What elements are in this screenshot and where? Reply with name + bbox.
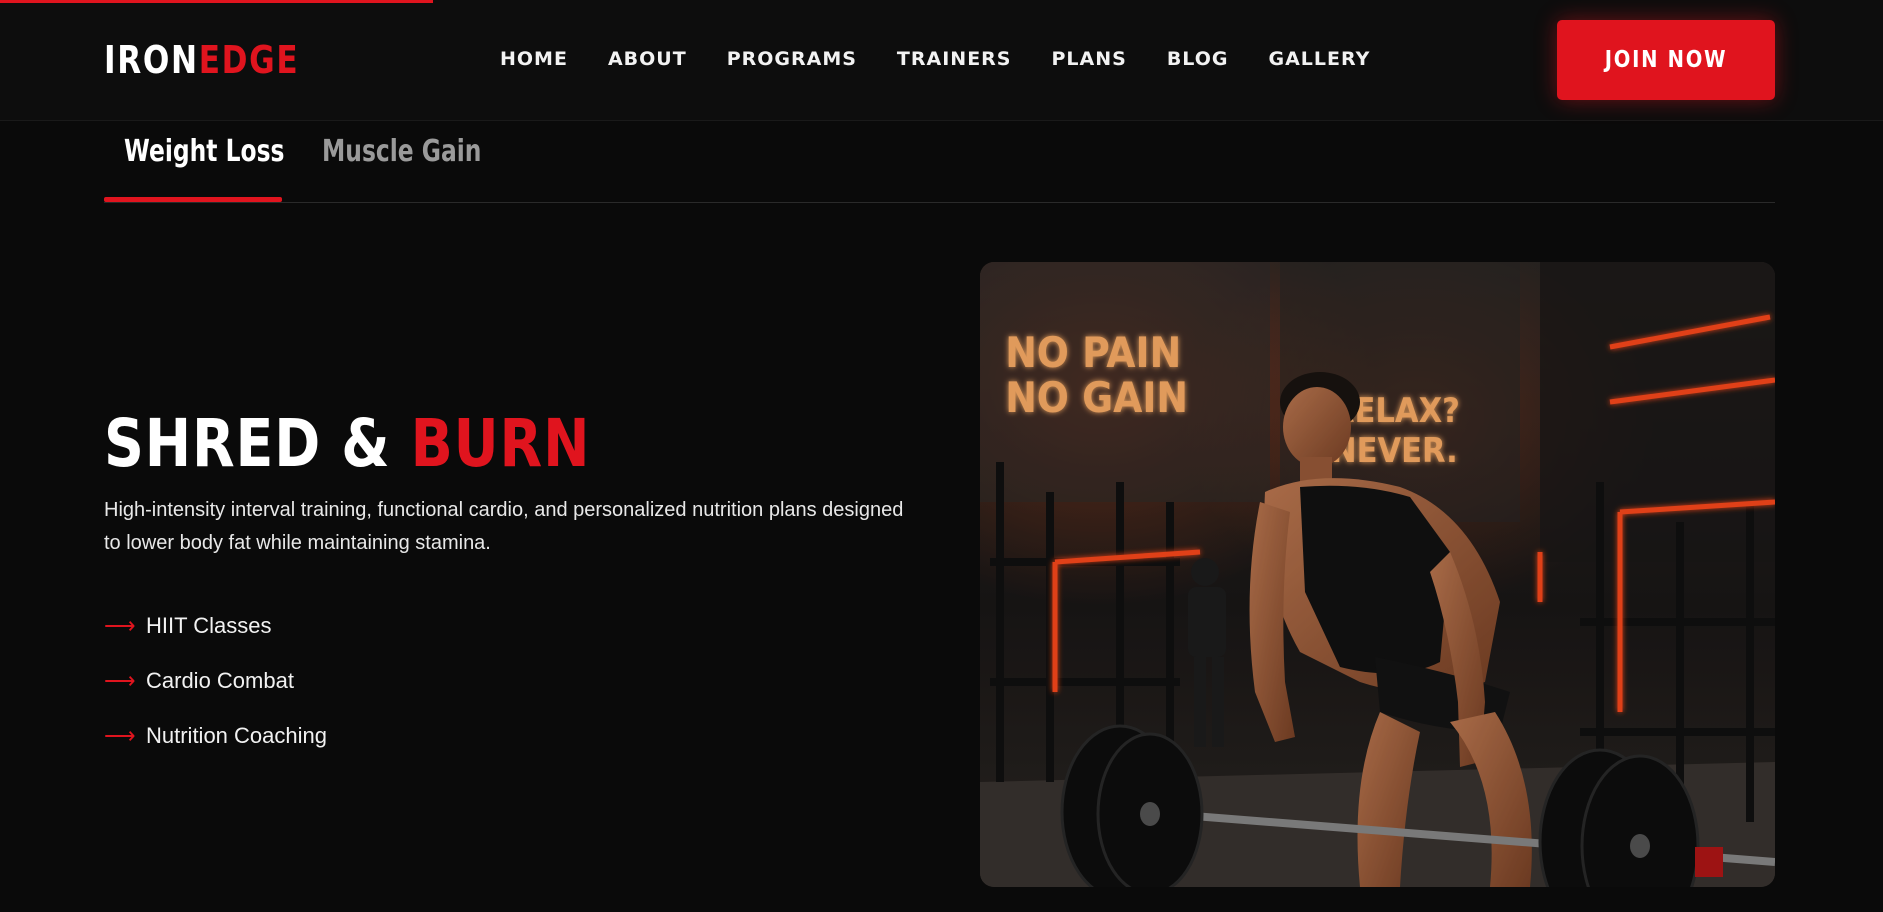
tab-weight-loss[interactable]: Weight Loss <box>124 132 284 172</box>
gym-photo-illustration: NO PAIN NO GAIN RELAX? NEVER. <box>980 262 1775 887</box>
nav-item-plans[interactable]: PLANS <box>1051 46 1126 72</box>
hero-title: SHRED & BURN <box>104 405 590 483</box>
hero-gym-photo: NO PAIN NO GAIN RELAX? NEVER. <box>980 262 1775 887</box>
feature-label: Nutrition Coaching <box>146 722 327 748</box>
site-header: IRONEDGE HOME ABOUT PROGRAMS TRAINERS PL… <box>0 0 1883 121</box>
main-nav: HOME ABOUT PROGRAMS TRAINERS PLANS BLOG … <box>500 46 1410 72</box>
feature-label: HIIT Classes <box>146 612 272 638</box>
nav-item-gallery[interactable]: GALLERY <box>1268 46 1370 72</box>
feature-label: Cardio Combat <box>146 667 294 693</box>
nav-item-blog[interactable]: BLOG <box>1167 46 1229 72</box>
tab-muscle-gain[interactable]: Muscle Gain <box>322 132 481 172</box>
nav-item-about[interactable]: ABOUT <box>608 46 687 72</box>
join-now-label: JOIN NOW <box>1604 47 1728 73</box>
site-logo[interactable]: IRONEDGE <box>104 36 299 84</box>
hero-description: High-intensity interval training, functi… <box>104 499 904 554</box>
arrow-right-icon: ⟶ <box>104 612 136 638</box>
active-tab-indicator <box>104 197 282 202</box>
list-item: ⟶ Nutrition Coaching <box>104 708 327 763</box>
scroll-progress-fill <box>0 0 434 3</box>
join-now-button[interactable]: JOIN NOW <box>1557 20 1775 100</box>
program-tabs: Weight Loss Muscle Gain <box>104 120 1775 203</box>
nav-item-trainers[interactable]: TRAINERS <box>897 46 1012 72</box>
arrow-right-icon: ⟶ <box>104 722 136 748</box>
hero-title-part2: BURN <box>410 405 591 482</box>
nav-item-home[interactable]: HOME <box>500 46 568 72</box>
logo-text-iron: IRON <box>104 38 199 82</box>
list-item: ⟶ Cardio Combat <box>104 653 327 708</box>
logo-text-edge: EDGE <box>198 38 300 82</box>
hero-title-part1: SHRED & <box>104 405 411 482</box>
arrow-right-icon: ⟶ <box>104 667 136 693</box>
nav-item-programs[interactable]: PROGRAMS <box>727 46 857 72</box>
scroll-progress-bar <box>0 0 1883 3</box>
feature-list: ⟶ HIIT Classes ⟶ Cardio Combat ⟶ Nutriti… <box>104 598 327 763</box>
list-item: ⟶ HIIT Classes <box>104 598 327 653</box>
